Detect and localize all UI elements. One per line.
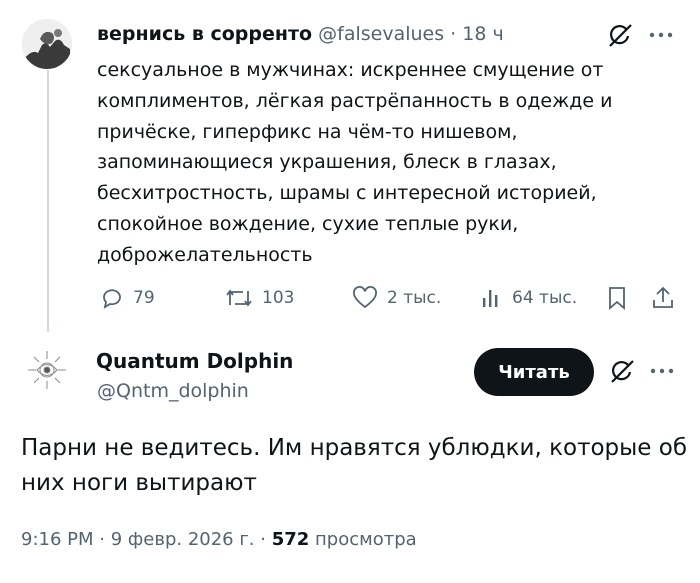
grok-icon[interactable]	[609, 358, 635, 384]
tweet-text-line: сексуальное в мужчинах: искреннее смущен…	[97, 59, 604, 81]
handle[interactable]: @falsevalues	[318, 23, 444, 45]
avatar[interactable]	[22, 19, 72, 69]
views-button[interactable]: 64 тыс.	[481, 283, 577, 313]
more-icon[interactable]	[650, 358, 674, 384]
follow-button[interactable]: Читать	[474, 348, 594, 396]
views-icon	[483, 290, 498, 307]
display-name[interactable]: Quantum Dolphin	[96, 349, 293, 373]
retweet-count: 103	[262, 288, 295, 308]
tweet-text-line: запоминающиеся украшения, блеск в глазах…	[97, 151, 557, 174]
like-button[interactable]: 2 тыс.	[352, 283, 441, 313]
tweet-text: сексуальное в мужчинах: искреннее смущен…	[97, 55, 617, 271]
tweet-date[interactable]: 9 февр. 2026 г.	[111, 529, 255, 550]
separator: ·	[254, 529, 272, 550]
like-icon	[353, 286, 377, 309]
grok-icon[interactable]	[607, 22, 633, 48]
share-icon[interactable]	[651, 285, 675, 311]
tweet-text: Парни не ведитесь. Им нравятся ублюдки, …	[21, 431, 687, 501]
tweet-meta: 9:16 PM · 9 февр. 2026 г. · 572 просмотр…	[21, 529, 417, 550]
like-count: 2 тыс.	[387, 288, 442, 308]
retweet-button[interactable]: 103	[225, 283, 294, 313]
handle[interactable]: @Qntm_dolphin	[97, 380, 249, 402]
tweet-text-line: Парни не ведитесь. Им нравятся ублюдки, …	[21, 435, 688, 461]
tweet-text-line: доброжелательность	[97, 243, 313, 266]
display-name[interactable]: вернись в сорренто	[97, 23, 312, 45]
more-icon[interactable]	[649, 22, 673, 48]
tweet-header: вернись в сорренто @falsevalues · 18 ч	[97, 20, 504, 48]
separator: ·	[93, 529, 111, 550]
thread-connector-line	[47, 70, 49, 332]
bookmark-icon[interactable]	[607, 286, 627, 310]
tweet-text-line: бесхитростность, шрамы с интересной исто…	[97, 182, 597, 205]
view-label: просмотра	[315, 529, 417, 550]
view-count: 572	[271, 529, 310, 550]
reply-button[interactable]: 79	[100, 283, 155, 313]
tweet-text-line: комплиментов, лёгкая растрёпанность в од…	[97, 89, 613, 112]
retweet-icon	[226, 289, 252, 307]
separator: ·	[444, 23, 463, 45]
tweet-text-line: причёске, гиперфикс на чём-то нишевом,	[97, 120, 518, 143]
views-count: 64 тыс.	[512, 288, 578, 308]
timestamp[interactable]: 18 ч	[462, 23, 503, 45]
reply-icon	[103, 289, 121, 309]
tweet-time[interactable]: 9:16 PM	[21, 529, 94, 550]
reply-count: 79	[133, 288, 155, 308]
tweet-text-line: спокойное вождение, сухие теплые руки,	[97, 212, 519, 235]
avatar[interactable]	[22, 345, 72, 395]
tweet-text-line: них ноги вытирают	[21, 470, 257, 496]
